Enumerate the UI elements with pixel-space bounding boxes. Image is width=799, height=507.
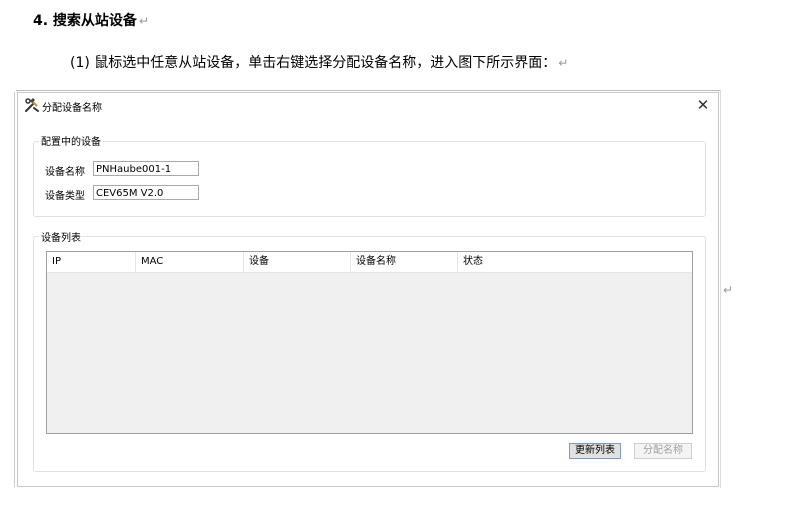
config-group-label: 配置中的设备	[39, 133, 103, 148]
column-header-status[interactable]: 状态	[458, 252, 694, 272]
column-header-device-name[interactable]: 设备名称	[351, 252, 458, 272]
device-type-field[interactable]: CEV65M V2.0	[93, 185, 199, 200]
tools-icon	[24, 97, 40, 113]
assign-name-button[interactable]: 分配名称	[634, 443, 692, 459]
device-type-label: 设备类型	[45, 191, 85, 202]
document-instruction: (1) 鼠标选中任意从站设备，单击右键选择分配设备名称，进入图下所示界面： ↵	[70, 52, 568, 72]
device-name-label: 设备名称	[45, 167, 85, 178]
device-list-label: 设备列表	[39, 229, 83, 244]
instruction-text: (1) 鼠标选中任意从站设备，单击右键选择分配设备名称，进入图下所示界面：	[70, 55, 557, 71]
refresh-list-button[interactable]: 更新列表	[569, 443, 621, 459]
dialog-title: 分配设备名称	[42, 103, 102, 114]
column-header-mac[interactable]: MAC	[136, 252, 244, 272]
column-header-device[interactable]: 设备	[244, 252, 351, 272]
device-name-field[interactable]: PNHaube001-1	[93, 161, 199, 176]
device-table[interactable]: IP MAC 设备 设备名称 状态	[46, 251, 693, 434]
close-icon[interactable]: ✕	[694, 96, 712, 114]
paragraph-mark: ↵	[138, 14, 149, 28]
document-heading: 4. 搜索从站设备 ↵	[33, 10, 149, 30]
paragraph-mark: ↵	[558, 56, 569, 70]
document-frame-left	[14, 92, 15, 487]
dialog-titlebar[interactable]: 分配设备名称 ✕	[18, 93, 718, 119]
heading-text: 4. 搜索从站设备	[33, 13, 137, 29]
document-frame-right	[720, 90, 721, 488]
paragraph-mark: ↵	[723, 283, 734, 297]
config-device-group	[33, 141, 706, 217]
document-frame-top	[16, 90, 721, 91]
column-header-ip[interactable]: IP	[47, 252, 136, 272]
table-header: IP MAC 设备 设备名称 状态	[47, 252, 692, 273]
assign-device-name-dialog: 分配设备名称 ✕ 配置中的设备 设备名称 PNHaube001-1 设备类型 C…	[17, 92, 719, 487]
